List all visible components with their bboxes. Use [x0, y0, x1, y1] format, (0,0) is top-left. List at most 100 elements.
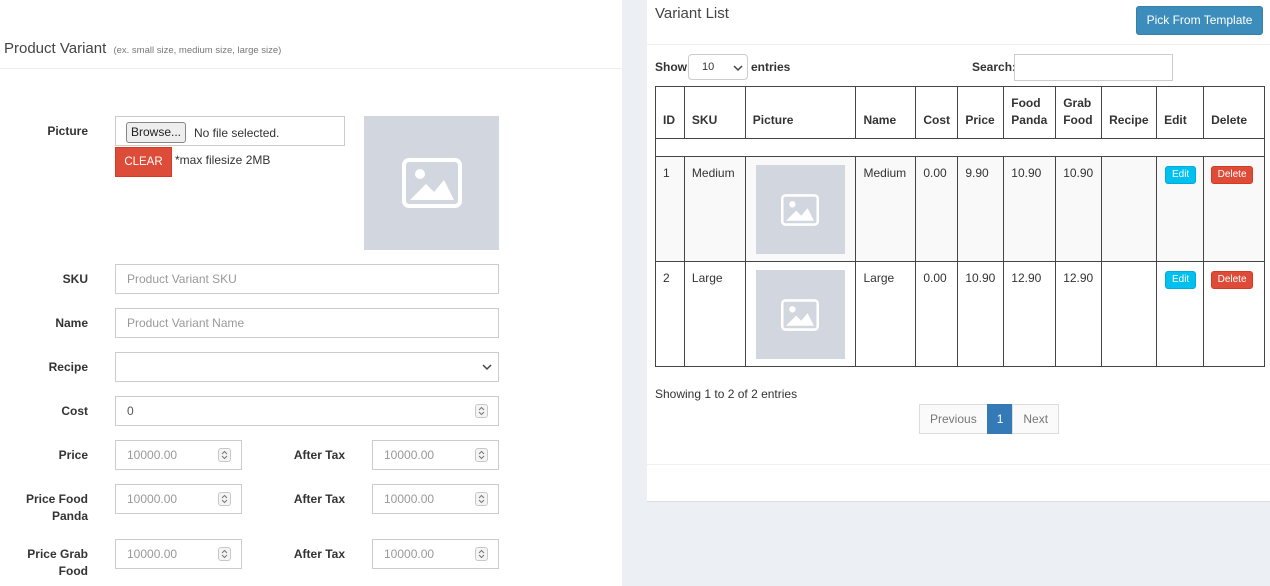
spinner-arrows-icon — [221, 549, 228, 559]
cell-id: 2 — [655, 261, 685, 367]
column-header-sku[interactable]: SKU — [683, 86, 746, 139]
search-input[interactable] — [1014, 54, 1173, 81]
table-row: 1 Medium Medium 0.00 9.90 10.90 10.90 Ed… — [655, 156, 1265, 262]
search-label: Search: — [972, 60, 1017, 74]
spinner-arrows-icon — [478, 549, 485, 559]
spinner-arrows-icon — [478, 406, 485, 416]
food-panda-line2: Panda — [1011, 113, 1048, 127]
image-placeholder-icon — [401, 158, 462, 208]
cell-id: 1 — [655, 156, 685, 262]
page-length-value: 10 — [702, 61, 715, 73]
sku-label: SKU — [62, 272, 88, 286]
cell-sku: Large — [683, 261, 746, 367]
grabfood-after-tax-value: 10000.00 — [384, 547, 435, 561]
cell-recipe — [1101, 156, 1158, 262]
price-after-tax-spinner[interactable] — [475, 448, 488, 462]
column-header-picture[interactable]: Picture — [744, 86, 857, 139]
foodpanda-after-tax-input[interactable]: 10000.00 — [372, 484, 499, 514]
delete-button[interactable]: Delete — [1211, 271, 1254, 289]
column-header-food-panda[interactable]: Food Panda — [1003, 86, 1057, 139]
column-header-recipe[interactable]: Recipe — [1101, 86, 1158, 139]
cell-grab-food: 10.90 — [1055, 156, 1103, 262]
pagination-page-1[interactable]: 1 — [986, 404, 1014, 434]
chevron-down-icon — [733, 65, 743, 72]
price-spinner[interactable] — [218, 448, 231, 462]
grabfood-after-tax-input[interactable]: 10000.00 — [372, 539, 499, 569]
price-grabfood-label: Price Grab Food — [20, 546, 88, 580]
grab-food-line2: Food — [1063, 113, 1093, 127]
variant-list-header: Variant List Pick From Template — [647, 0, 1270, 45]
column-header-edit[interactable]: Edit — [1156, 86, 1205, 139]
image-placeholder-icon — [781, 193, 820, 226]
cell-name: Large — [855, 261, 917, 367]
form-header: Product Variant (ex. small size, medium … — [0, 0, 622, 69]
spinner-arrows-icon — [478, 494, 485, 504]
edit-button[interactable]: Edit — [1165, 271, 1197, 289]
cost-spinner[interactable] — [475, 404, 488, 418]
cost-value: 0 — [127, 404, 134, 418]
grabfood-after-tax-label: After Tax — [293, 547, 345, 561]
price-grabfood-value: 10000.00 — [127, 547, 178, 561]
name-input[interactable]: Product Variant Name — [115, 308, 499, 338]
column-header-cost[interactable]: Cost — [915, 86, 959, 139]
pagination-next[interactable]: Next — [1012, 404, 1060, 434]
sku-input[interactable]: Product Variant SKU — [115, 264, 499, 294]
cell-delete: Delete — [1203, 156, 1265, 262]
cell-cost: 0.00 — [915, 261, 959, 367]
price-grabfood-label-line1: Price Grab — [27, 547, 88, 561]
cost-input[interactable]: 0 — [115, 396, 499, 426]
price-after-tax-input[interactable]: 10000.00 — [372, 440, 499, 470]
price-grabfood-spinner[interactable] — [218, 547, 231, 561]
foodpanda-after-tax-spinner[interactable] — [475, 492, 488, 506]
clear-button[interactable]: CLEAR — [115, 147, 172, 177]
pagination-previous[interactable]: Previous — [919, 404, 988, 434]
entries-label: entries — [751, 60, 791, 74]
spinner-arrows-icon — [221, 494, 228, 504]
price-input[interactable]: 10000.00 — [115, 440, 242, 470]
form-title: Product Variant (ex. small size, medium … — [4, 40, 281, 57]
foodpanda-after-tax-label: After Tax — [293, 492, 345, 506]
column-header-price[interactable]: Price — [957, 86, 1005, 139]
pick-from-template-button[interactable]: Pick From Template — [1136, 6, 1263, 35]
cell-edit: Edit — [1156, 156, 1205, 262]
variant-list-title: Variant List — [655, 5, 729, 22]
column-header-id[interactable]: ID — [655, 86, 685, 139]
delete-button[interactable]: Delete — [1211, 166, 1254, 184]
cell-price: 9.90 — [957, 156, 1005, 262]
cell-price: 10.90 — [957, 261, 1005, 367]
image-placeholder-icon — [781, 298, 820, 331]
form-title-text: Product Variant — [4, 40, 107, 57]
picture-preview — [364, 116, 499, 250]
edit-button[interactable]: Edit — [1165, 166, 1197, 184]
grab-food-line1: Grab — [1063, 96, 1092, 110]
table-header-row: ID SKU Picture Name Cost Price Food Panda… — [655, 86, 1265, 139]
column-header-grab-food[interactable]: Grab Food — [1055, 86, 1103, 139]
browse-button[interactable]: Browse... — [126, 122, 187, 143]
variant-thumbnail — [755, 165, 845, 254]
spinner-arrows-icon — [478, 450, 485, 460]
recipe-label: Recipe — [48, 360, 88, 374]
file-input[interactable]: Browse... No file selected. — [115, 116, 345, 146]
column-header-delete[interactable]: Delete — [1203, 86, 1265, 139]
recipe-select[interactable] — [115, 352, 499, 382]
price-label: Price — [58, 448, 88, 462]
price-foodpanda-input[interactable]: 10000.00 — [115, 484, 242, 514]
page-length-select[interactable]: 10 — [688, 54, 748, 80]
table-info: Showing 1 to 2 of 2 entries — [655, 387, 798, 401]
grabfood-after-tax-spinner[interactable] — [475, 547, 488, 561]
cell-food-panda: 10.90 — [1003, 156, 1057, 262]
column-header-name[interactable]: Name — [855, 86, 917, 139]
foodpanda-after-tax-value: 10000.00 — [384, 492, 435, 506]
cell-delete: Delete — [1203, 261, 1265, 367]
table-spacer-row — [655, 138, 1265, 157]
cost-label: Cost — [61, 404, 88, 418]
variant-list-panel: Variant List Pick From Template Show 10 … — [647, 0, 1270, 502]
price-foodpanda-spinner[interactable] — [218, 492, 231, 506]
price-after-tax-label: After Tax — [293, 448, 345, 462]
spinner-arrows-icon — [221, 450, 228, 460]
price-after-tax-value: 10000.00 — [384, 448, 435, 462]
price-grabfood-input[interactable]: 10000.00 — [115, 539, 242, 569]
cell-cost: 0.00 — [915, 156, 959, 262]
form-subtitle: (ex. small size, medium size, large size… — [113, 45, 282, 56]
name-label: Name — [55, 316, 88, 330]
